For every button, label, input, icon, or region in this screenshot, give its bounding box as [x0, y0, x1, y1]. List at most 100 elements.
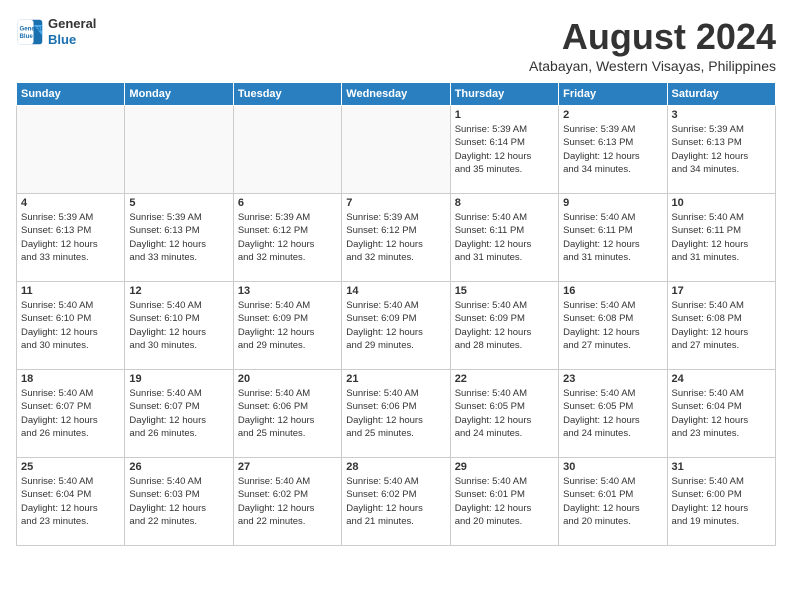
day-info: Sunrise: 5:40 AM Sunset: 6:09 PM Dayligh…: [346, 299, 445, 352]
title-section: August 2024 Atabayan, Western Visayas, P…: [529, 16, 776, 74]
calendar-cell: 28 Sunrise: 5:40 AM Sunset: 6:02 PM Dayli…: [342, 458, 450, 546]
weekday-header-monday: Monday: [125, 83, 233, 106]
day-number: 9: [563, 197, 662, 209]
calendar-cell: 7 Sunrise: 5:39 AM Sunset: 6:12 PM Daylig…: [342, 194, 450, 282]
logo-icon: General Blue: [16, 18, 44, 46]
day-info: Sunrise: 5:39 AM Sunset: 6:13 PM Dayligh…: [672, 123, 771, 176]
day-info: Sunrise: 5:40 AM Sunset: 6:02 PM Dayligh…: [346, 475, 445, 528]
day-info: Sunrise: 5:40 AM Sunset: 6:06 PM Dayligh…: [238, 387, 337, 440]
calendar-cell: 23 Sunrise: 5:40 AM Sunset: 6:05 PM Dayli…: [559, 370, 667, 458]
day-number: 6: [238, 197, 337, 209]
day-info: Sunrise: 5:40 AM Sunset: 6:10 PM Dayligh…: [21, 299, 120, 352]
weekday-header-sunday: Sunday: [17, 83, 125, 106]
calendar-cell: 3 Sunrise: 5:39 AM Sunset: 6:13 PM Daylig…: [667, 106, 775, 194]
week-row-1: 1Sunrise: 5:39 AM Sunset: 6:14 PM Daylig…: [17, 106, 776, 194]
day-number: 25: [21, 461, 120, 473]
day-number: 23: [563, 373, 662, 385]
calendar-cell: 17 Sunrise: 5:40 AM Sunset: 6:08 PM Dayli…: [667, 282, 775, 370]
day-info: Sunrise: 5:40 AM Sunset: 6:11 PM Dayligh…: [672, 211, 771, 264]
calendar-cell: 27 Sunrise: 5:40 AM Sunset: 6:02 PM Dayli…: [233, 458, 341, 546]
calendar-cell: 11Sunrise: 5:40 AM Sunset: 6:10 PM Dayli…: [17, 282, 125, 370]
day-info: Sunrise: 5:40 AM Sunset: 6:09 PM Dayligh…: [455, 299, 554, 352]
logo-text-line2: Blue: [48, 32, 96, 48]
calendar-cell: 13 Sunrise: 5:40 AM Sunset: 6:09 PM Dayli…: [233, 282, 341, 370]
calendar-cell: [342, 106, 450, 194]
calendar-cell: 29 Sunrise: 5:40 AM Sunset: 6:01 PM Dayli…: [450, 458, 558, 546]
day-number: 31: [672, 461, 771, 473]
day-number: 5: [129, 197, 228, 209]
calendar-cell: 14 Sunrise: 5:40 AM Sunset: 6:09 PM Dayli…: [342, 282, 450, 370]
day-info: Sunrise: 5:40 AM Sunset: 6:05 PM Dayligh…: [455, 387, 554, 440]
day-info: Sunrise: 5:40 AM Sunset: 6:06 PM Dayligh…: [346, 387, 445, 440]
day-info: Sunrise: 5:40 AM Sunset: 6:01 PM Dayligh…: [455, 475, 554, 528]
week-row-4: 18 Sunrise: 5:40 AM Sunset: 6:07 PM Dayli…: [17, 370, 776, 458]
day-info: Sunrise: 5:39 AM Sunset: 6:13 PM Dayligh…: [563, 123, 662, 176]
calendar-cell: 25 Sunrise: 5:40 AM Sunset: 6:04 PM Dayli…: [17, 458, 125, 546]
day-number: 28: [346, 461, 445, 473]
day-number: 7: [346, 197, 445, 209]
day-number: 26: [129, 461, 228, 473]
calendar-cell: 5 Sunrise: 5:39 AM Sunset: 6:13 PM Daylig…: [125, 194, 233, 282]
day-info: Sunrise: 5:40 AM Sunset: 6:09 PM Dayligh…: [238, 299, 337, 352]
day-info: Sunrise: 5:40 AM Sunset: 6:08 PM Dayligh…: [672, 299, 771, 352]
calendar-cell: 22 Sunrise: 5:40 AM Sunset: 6:05 PM Dayli…: [450, 370, 558, 458]
day-info: Sunrise: 5:39 AM Sunset: 6:13 PM Dayligh…: [129, 211, 228, 264]
day-number: 29: [455, 461, 554, 473]
day-info: Sunrise: 5:40 AM Sunset: 6:03 PM Dayligh…: [129, 475, 228, 528]
logo: General Blue General Blue: [16, 16, 96, 47]
calendar-cell: 9 Sunrise: 5:40 AM Sunset: 6:11 PM Daylig…: [559, 194, 667, 282]
day-number: 30: [563, 461, 662, 473]
day-number: 24: [672, 373, 771, 385]
day-number: 4: [21, 197, 120, 209]
day-info: Sunrise: 5:40 AM Sunset: 6:02 PM Dayligh…: [238, 475, 337, 528]
day-info: Sunrise: 5:40 AM Sunset: 6:08 PM Dayligh…: [563, 299, 662, 352]
day-number: 13: [238, 285, 337, 297]
calendar-cell: 6 Sunrise: 5:39 AM Sunset: 6:12 PM Daylig…: [233, 194, 341, 282]
weekday-header-saturday: Saturday: [667, 83, 775, 106]
calendar-cell: 18 Sunrise: 5:40 AM Sunset: 6:07 PM Dayli…: [17, 370, 125, 458]
calendar-cell: 8 Sunrise: 5:40 AM Sunset: 6:11 PM Daylig…: [450, 194, 558, 282]
week-row-3: 11Sunrise: 5:40 AM Sunset: 6:10 PM Dayli…: [17, 282, 776, 370]
day-number: 3: [672, 109, 771, 121]
day-info: Sunrise: 5:40 AM Sunset: 6:11 PM Dayligh…: [563, 211, 662, 264]
day-info: Sunrise: 5:39 AM Sunset: 6:12 PM Dayligh…: [346, 211, 445, 264]
calendar-cell: 16 Sunrise: 5:40 AM Sunset: 6:08 PM Dayli…: [559, 282, 667, 370]
calendar-cell: 10 Sunrise: 5:40 AM Sunset: 6:11 PM Dayli…: [667, 194, 775, 282]
day-info: Sunrise: 5:40 AM Sunset: 6:04 PM Dayligh…: [21, 475, 120, 528]
day-info: Sunrise: 5:40 AM Sunset: 6:10 PM Dayligh…: [129, 299, 228, 352]
calendar-cell: 24Sunrise: 5:40 AM Sunset: 6:04 PM Dayli…: [667, 370, 775, 458]
day-number: 2: [563, 109, 662, 121]
day-info: Sunrise: 5:40 AM Sunset: 6:00 PM Dayligh…: [672, 475, 771, 528]
page-subtitle: Atabayan, Western Visayas, Philippines: [529, 58, 776, 74]
weekday-header-friday: Friday: [559, 83, 667, 106]
calendar-cell: 4Sunrise: 5:39 AM Sunset: 6:13 PM Daylig…: [17, 194, 125, 282]
day-number: 12: [129, 285, 228, 297]
day-number: 8: [455, 197, 554, 209]
calendar-cell: 19Sunrise: 5:40 AM Sunset: 6:07 PM Dayli…: [125, 370, 233, 458]
day-number: 27: [238, 461, 337, 473]
week-row-2: 4 Sunrise: 5:39 AM Sunset: 6:13 PM Daylig…: [17, 194, 776, 282]
weekday-header-thursday: Thursday: [450, 83, 558, 106]
day-info: Sunrise: 5:40 AM Sunset: 6:11 PM Dayligh…: [455, 211, 554, 264]
day-info: Sunrise: 5:40 AM Sunset: 6:07 PM Dayligh…: [21, 387, 120, 440]
day-info: Sunrise: 5:39 AM Sunset: 6:12 PM Dayligh…: [238, 211, 337, 264]
calendar-cell: 31 Sunrise: 5:40 AM Sunset: 6:00 PM Dayli…: [667, 458, 775, 546]
calendar-cell: 30Sunrise: 5:40 AM Sunset: 6:01 PM Dayli…: [559, 458, 667, 546]
calendar-cell: 20Sunrise: 5:40 AM Sunset: 6:06 PM Dayli…: [233, 370, 341, 458]
calendar-cell: 2 Sunrise: 5:39 AM Sunset: 6:13 PM Daylig…: [559, 106, 667, 194]
svg-text:Blue: Blue: [20, 33, 34, 40]
day-number: 17: [672, 285, 771, 297]
calendar-cell: 26 Sunrise: 5:40 AM Sunset: 6:03 PM Dayli…: [125, 458, 233, 546]
day-info: Sunrise: 5:40 AM Sunset: 6:05 PM Dayligh…: [563, 387, 662, 440]
day-number: 14: [346, 285, 445, 297]
day-number: 10: [672, 197, 771, 209]
day-number: 22: [455, 373, 554, 385]
day-number: 19: [129, 373, 228, 385]
day-number: 18: [21, 373, 120, 385]
weekday-header-wednesday: Wednesday: [342, 83, 450, 106]
calendar-cell: 21Sunrise: 5:40 AM Sunset: 6:06 PM Dayli…: [342, 370, 450, 458]
day-number: 16: [563, 285, 662, 297]
page-title: August 2024: [529, 16, 776, 58]
calendar-cell: 12 Sunrise: 5:40 AM Sunset: 6:10 PM Dayli…: [125, 282, 233, 370]
calendar-cell: [233, 106, 341, 194]
